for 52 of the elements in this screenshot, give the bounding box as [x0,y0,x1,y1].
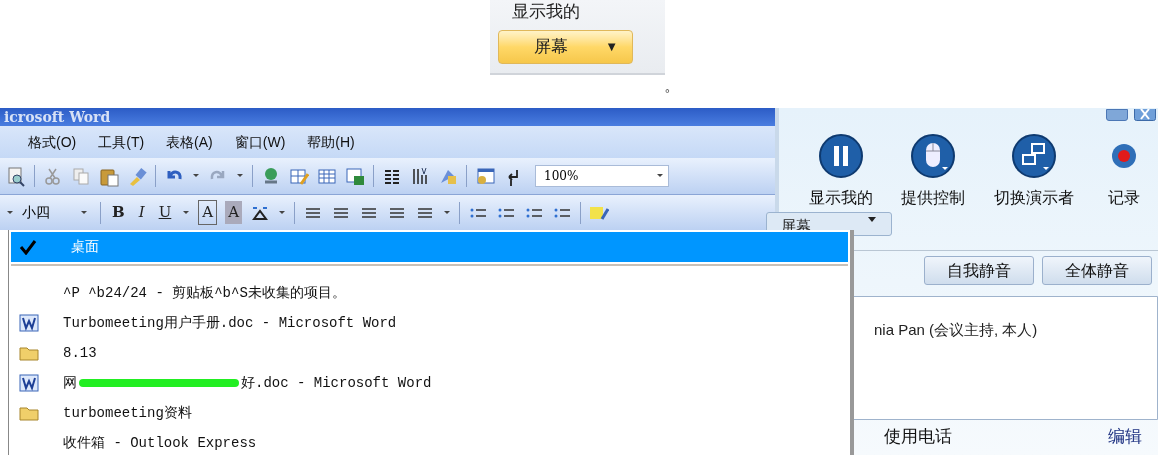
menu-item[interactable]: Turbomeeting用户手册.doc - Microsoft Word [11,308,848,338]
monitors-icon[interactable] [1011,134,1056,178]
action-label[interactable]: 记录 [1108,186,1140,210]
menu-item[interactable]: 表格(A) [166,131,213,153]
action-label[interactable]: 提供控制 [901,186,966,210]
menu-item[interactable]: 帮助(H) [307,131,355,153]
print-preview-icon[interactable] [6,165,26,187]
format-button[interactable]: A [198,200,218,225]
caret-icon [656,172,664,180]
font-size-dropdown[interactable]: 小四 [22,201,92,224]
format-button[interactable]: I [135,201,148,224]
mouse-icon[interactable] [911,134,956,178]
format-button[interactable]: A [225,201,242,224]
action-label[interactable]: 显示我的 [809,186,873,210]
menu-item[interactable]: ^P ^b24/24 - 剪贴板^b^S未收集的项目。 [11,278,848,308]
caret-icon[interactable] [236,172,244,180]
document-icon [19,314,39,332]
text-direction-icon[interactable] [410,165,430,187]
spreadsheet-icon[interactable] [345,165,365,187]
phone-label: 使用电话 [884,426,952,448]
menu-item[interactable]: 格式(O) [28,131,77,153]
caret-icon[interactable] [182,208,191,217]
participant-name[interactable]: nia Pan (会议主持, 本人) [874,319,1157,342]
pause-icon[interactable] [819,134,863,178]
folder-icon [19,345,39,361]
close-icon[interactable] [1134,109,1156,121]
caret-icon[interactable] [192,172,200,180]
mute-button[interactable]: 自我静音 [924,256,1034,285]
period-mark: 。 [664,76,680,96]
menu-item[interactable]: 网 好.doc - Microsoft Word [11,368,848,398]
mute-button[interactable]: 全体静音 [1042,256,1152,285]
menu-item[interactable]: 8.13 [11,338,848,368]
folder-icon [19,405,39,421]
window-title: icrosoft Word [4,109,111,125]
zoom-dropdown[interactable]: 100% [535,165,669,187]
document-map-icon[interactable] [475,165,495,187]
label-text: 显示我的 [512,2,580,22]
menu-item[interactable]: 窗口(W) [234,131,286,153]
format-button[interactable]: B [109,201,128,224]
check-icon [19,239,37,255]
menu-item[interactable]: 收件箱 - Outlook Express [11,428,848,455]
screen-dropdown-button[interactable]: 屏幕 ▼ [498,30,633,64]
menu-item[interactable]: turbomeeting资料 [11,398,848,428]
format-button[interactable]: U [155,201,175,224]
menu-item[interactable]: 工具(T) [98,131,145,153]
action-label[interactable]: 切换演示者 [993,186,1074,210]
edit-link[interactable]: 编辑 [1108,426,1142,450]
caret-icon[interactable] [442,208,451,217]
caret-icon [80,208,88,217]
document-icon [19,374,39,392]
caret-icon[interactable] [6,208,14,217]
caret-icon[interactable] [277,208,286,217]
